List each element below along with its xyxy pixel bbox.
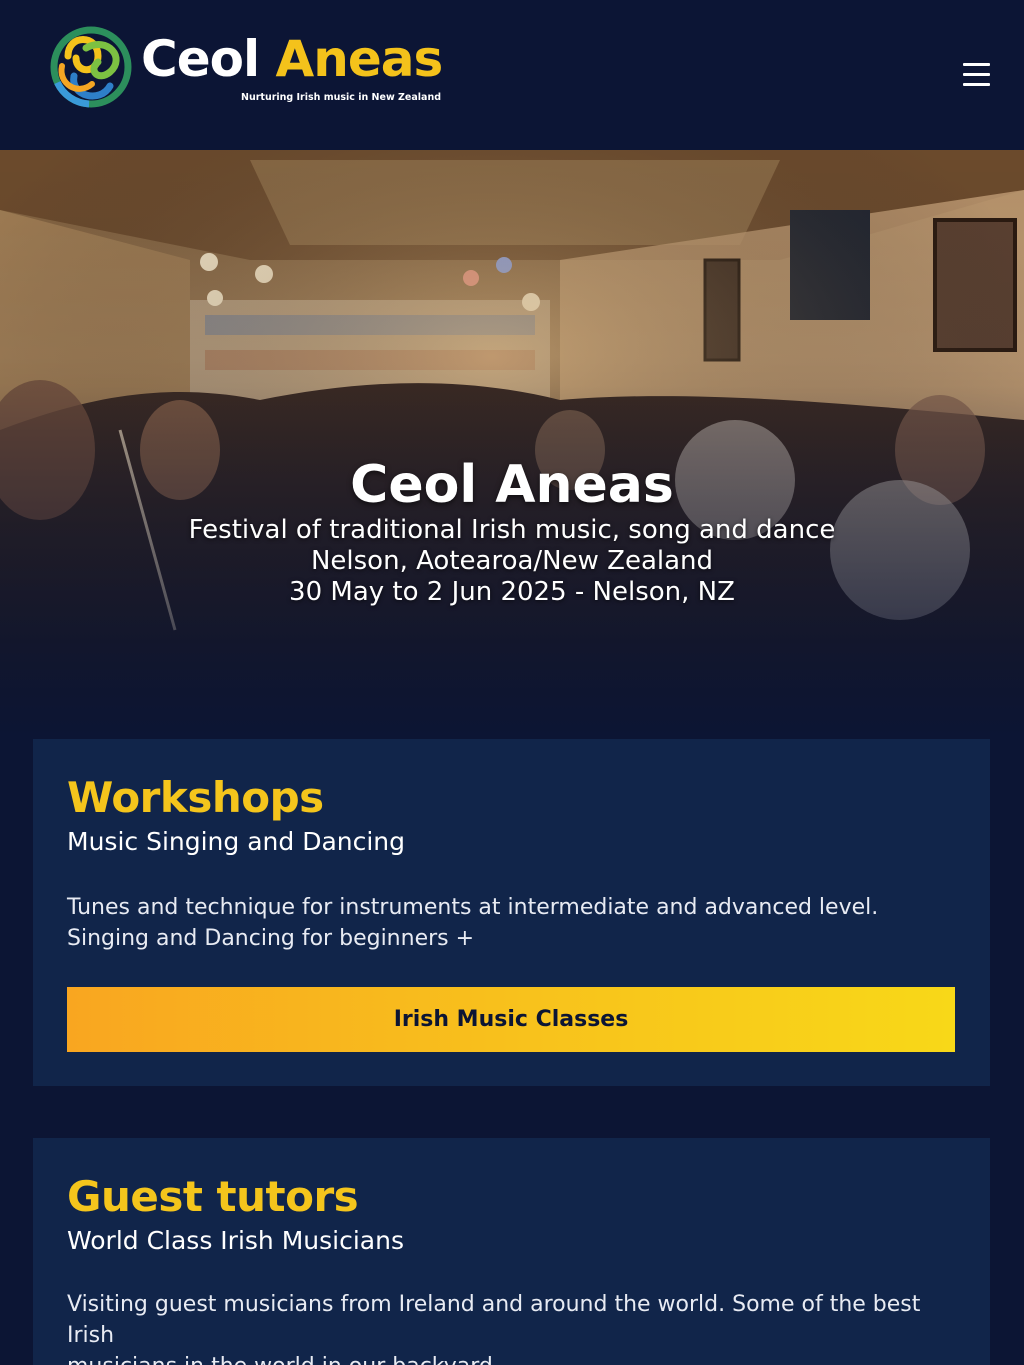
celtic-knot-logo[interactable] — [48, 26, 134, 108]
hero-tagline: Festival of traditional Irish music, son… — [188, 515, 836, 545]
brand-wordmark[interactable]: Ceol Aneas Nurturing Irish music in New … — [141, 34, 443, 103]
brand-tagline: Nurturing Irish music in New Zealand — [241, 92, 442, 103]
site-header: Ceol Aneas Nurturing Irish music in New … — [0, 0, 1024, 150]
hero-location: Nelson, Aotearoa/New Zealand — [310, 546, 714, 576]
brand-word-aneas: Aneas — [275, 30, 444, 88]
workshops-subtitle: Music Singing and Dancing — [67, 827, 406, 856]
hero-dates: 30 May to 2 Jun 2025 - Nelson, NZ — [289, 577, 735, 607]
workshops-description-line2: Singing and Dancing for beginners + — [67, 926, 475, 951]
guest-tutors-description-line2: musicians in the world in our backyard. — [67, 1351, 957, 1365]
workshops-card: Workshops Music Singing and Dancing Tune… — [33, 739, 990, 1086]
guest-tutors-card: Guest tutors World Class Irish Musicians… — [33, 1138, 990, 1365]
hero-text: Ceol Aneas Festival of traditional Irish… — [0, 455, 1024, 608]
guest-tutors-title: Guest tutors — [67, 1172, 359, 1221]
guest-tutors-subtitle: World Class Irish Musicians — [67, 1226, 404, 1255]
workshops-description: Tunes and technique for instruments at i… — [67, 892, 957, 954]
guest-tutors-description: Visiting guest musicians from Ireland an… — [67, 1289, 957, 1365]
irish-music-classes-button[interactable]: Irish Music Classes — [67, 987, 955, 1052]
hero-title: Ceol Aneas — [350, 455, 674, 515]
guest-tutors-description-line1: Visiting guest musicians from Ireland an… — [67, 1292, 921, 1348]
hero-overlay — [0, 150, 1024, 740]
brand-word-ceol: Ceol — [141, 30, 260, 88]
hero-section: Ceol Aneas Festival of traditional Irish… — [0, 150, 1024, 740]
hamburger-menu-icon[interactable] — [958, 60, 996, 92]
brand-name: Ceol Aneas — [141, 34, 443, 84]
workshops-title: Workshops — [67, 773, 324, 822]
workshops-description-line1: Tunes and technique for instruments at i… — [67, 895, 879, 920]
